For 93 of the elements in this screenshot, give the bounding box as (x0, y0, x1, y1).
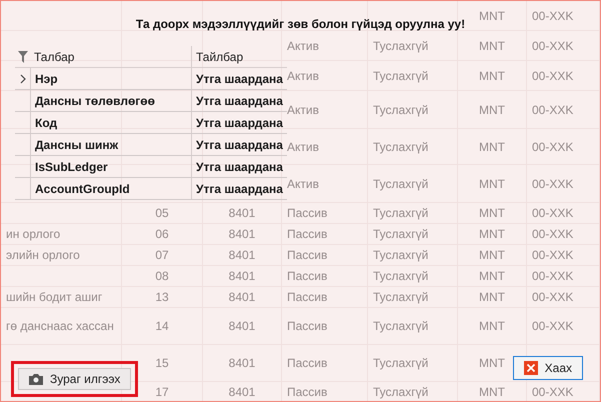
table-cell: Пассив (287, 227, 328, 241)
table-cell: AccountGroupId (35, 182, 130, 196)
table-cell: Туслахгүй (373, 176, 428, 190)
table-cell: 8401 (228, 227, 256, 241)
table-cell: 8401 (228, 290, 256, 304)
table-cell: Туслахгүй (373, 102, 428, 116)
table-cell: Туслахгүй (373, 140, 428, 154)
table-cell: Утга шаардана (196, 72, 283, 86)
table-cell: Туслахгүй (373, 319, 428, 333)
table-cell: Пассив (287, 269, 328, 283)
table-cell: 8401 (228, 269, 256, 283)
table-cell: Код (35, 116, 58, 130)
table-cell: Утга шаардана (196, 160, 283, 174)
table-cell: MNT (479, 227, 505, 241)
table-cell: гө данснаас хассан (6, 319, 114, 333)
table-cell: Дансны төлөвлөгөө (35, 94, 155, 108)
table-cell: 00-XXK (532, 227, 574, 241)
table-cell: 00-XXK (532, 290, 574, 304)
table-cell: Туслахгүй (373, 227, 428, 241)
table-cell: Актив (287, 38, 319, 52)
table-cell: Утга шаардана (196, 138, 283, 152)
table-cell: Пассив (287, 206, 328, 220)
table-cell: Актив (287, 176, 319, 190)
table-cell: 08 (155, 269, 169, 283)
table-cell: Актив (287, 102, 319, 116)
table-cell: MNT (479, 102, 505, 116)
table-cell: 00-XXK (532, 38, 574, 52)
table-cell: 00-XXK (532, 8, 574, 22)
table-cell: MNT (479, 176, 505, 190)
table-cell: 8401 (228, 319, 256, 333)
table-cell: Утга шаардана (196, 116, 283, 130)
table-cell: IsSubLedger (35, 160, 108, 174)
table-cell: MNT (479, 356, 505, 370)
table-cell: Актив (287, 140, 319, 154)
camera-icon (29, 373, 43, 385)
table-cell: 00-XXK (532, 319, 574, 333)
table-cell: MNT (479, 385, 505, 399)
table-cell: 00-XXK (532, 102, 574, 116)
table-cell: Пассив (287, 385, 328, 399)
table-cell: 17 (155, 385, 169, 399)
table-cell: Туслахгүй (373, 68, 428, 82)
table-cell: Туслахгүй (373, 206, 428, 220)
table-cell: 14 (155, 319, 169, 333)
table-cell: 00-XXK (532, 269, 574, 283)
table-cell: MNT (479, 38, 505, 52)
table-cell: 07 (155, 248, 169, 262)
table-cell: MNT (479, 140, 505, 154)
table-cell: Утга шаардана (196, 182, 283, 196)
table-cell: Актив (287, 68, 319, 82)
table-cell: MNT (479, 8, 505, 22)
table-cell: 05 (155, 206, 169, 220)
table-cell: 00-XXK (532, 140, 574, 154)
table-cell: Утга шаардана (196, 94, 283, 108)
table-cell: 8401 (228, 385, 256, 399)
table-cell: 06 (155, 227, 169, 241)
close-icon (524, 361, 538, 375)
table-cell: MNT (479, 319, 505, 333)
table-cell: Туслахгүй (373, 38, 428, 52)
column-header[interactable]: Талбар (34, 50, 74, 64)
filter-icon[interactable] (18, 50, 28, 62)
table-cell: 8401 (228, 356, 256, 370)
table-cell: Туслахгүй (373, 248, 428, 262)
send-picture-button[interactable]: Зураг илгээх (18, 368, 132, 390)
table-cell: Пассив (287, 290, 328, 304)
column-header[interactable]: Тайлбар (196, 50, 244, 64)
table-cell: Нэр (35, 72, 58, 86)
table-cell: 13 (155, 290, 169, 304)
table-cell: 8401 (228, 206, 256, 220)
table-cell: Туслахгүй (373, 356, 428, 370)
table-cell: MNT (479, 269, 505, 283)
table-cell: MNT (479, 68, 505, 82)
table-cell: 00-XXK (532, 206, 574, 220)
table-cell: ин орлого (6, 227, 60, 241)
table-cell: Туслахгүй (373, 290, 428, 304)
table-cell: 00-XXK (532, 176, 574, 190)
table-cell: 00-XXK (532, 248, 574, 262)
table-cell: Пассив (287, 356, 328, 370)
table-cell: MNT (479, 206, 505, 220)
table-cell: Туслахгүй (373, 269, 428, 283)
table-cell: шийн бодит ашиг (6, 290, 102, 304)
table-cell: MNT (479, 290, 505, 304)
table-cell: Пассив (287, 319, 328, 333)
close-button[interactable]: Хаах (512, 356, 583, 380)
table-cell: Туслахгүй (373, 385, 428, 399)
table-cell: 00-XXK (532, 385, 574, 399)
table-cell: MNT (479, 248, 505, 262)
table-cell: 15 (155, 356, 169, 370)
dialog-title: Та доорх мэдээллүүдийг зөв болон гүйцэд оруулна уу! (136, 17, 466, 31)
table-cell: Дансны шинж (35, 138, 118, 152)
table-cell: Пассив (287, 248, 328, 262)
table-cell: 8401 (228, 248, 256, 262)
table-cell: элийн орлого (6, 248, 80, 262)
table-cell: 00-XXK (532, 68, 574, 82)
